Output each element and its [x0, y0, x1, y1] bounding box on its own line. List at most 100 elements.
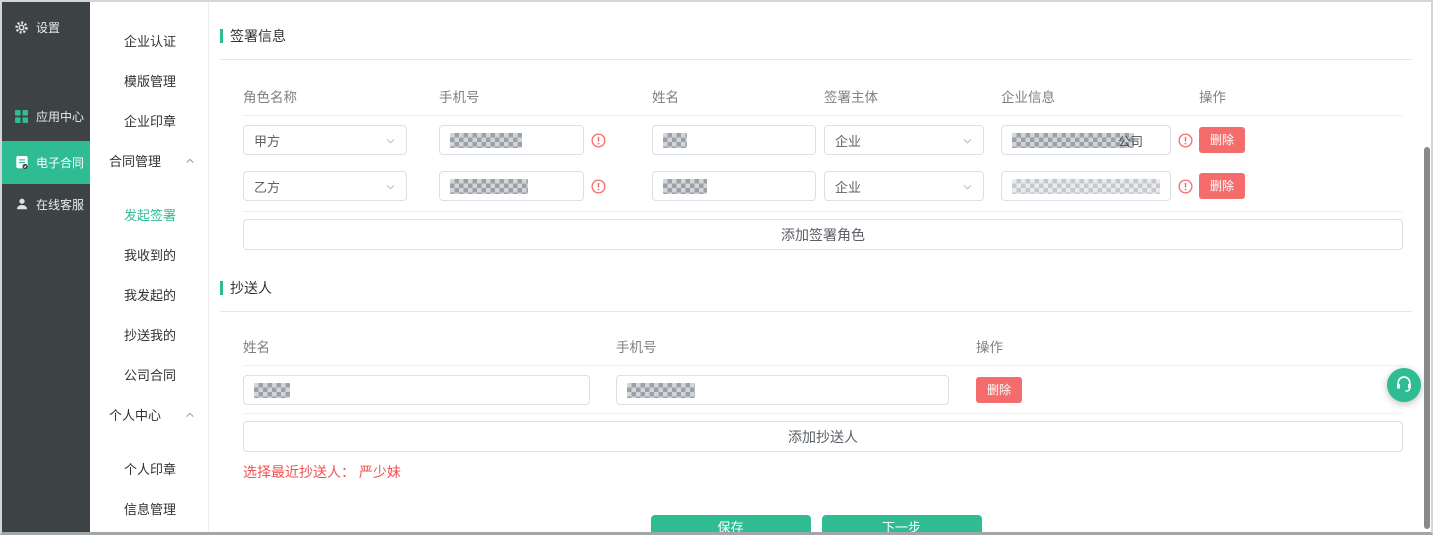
sidebar-item-label: 公司合同 [124, 365, 176, 384]
primary-sidebar: 设置 应用中心 电子合同 在线客服 [2, 2, 90, 532]
nav-item-label: 电子合同 [36, 154, 84, 171]
masked-phone-value [450, 133, 522, 148]
col-header-subject: 签署主体 [824, 86, 1001, 106]
contract-document-icon [14, 155, 29, 170]
chevron-up-icon [185, 407, 195, 422]
cc-table-header: 姓名 手机号 操作 [243, 312, 1403, 366]
enterprise-input[interactable] [1001, 171, 1171, 201]
phone-input[interactable] [439, 171, 584, 201]
main-content: 签署信息 角色名称 手机号 姓名 签署主体 企业信息 操作 甲方 [209, 2, 1431, 532]
enterprise-input[interactable]: 公司 [1001, 125, 1171, 155]
apps-grid-icon [14, 110, 29, 123]
recent-cc-hint[interactable]: 选择最近抄送人： 严少妹 [243, 462, 1412, 482]
sidebar-item-cc-to-me[interactable]: 抄送我的 [90, 314, 208, 354]
nav-item-e-contract[interactable]: 电子合同 [2, 141, 90, 184]
subject-select[interactable]: 企业 [824, 125, 984, 155]
col-header-phone: 手机号 [439, 86, 652, 106]
chevron-down-icon [385, 133, 396, 148]
cc-section-title: 抄送人 [220, 278, 1412, 298]
role-select[interactable]: 乙方 [243, 171, 407, 201]
masked-phone-value [450, 179, 528, 194]
delete-button[interactable]: 删除 [976, 377, 1022, 403]
sidebar-item-company-contracts[interactable]: 公司合同 [90, 354, 208, 394]
next-step-button[interactable]: 下一步 [822, 515, 982, 535]
sidebar-item-label: 抄送我的 [124, 325, 176, 344]
masked-enterprise-value [1012, 133, 1134, 148]
nav-item-label: 在线客服 [36, 196, 84, 213]
subject-select[interactable]: 企业 [824, 171, 984, 201]
save-button[interactable]: 保存 [651, 515, 811, 535]
phone-input[interactable] [439, 125, 584, 155]
sidebar-item-label: 企业认证 [124, 31, 176, 50]
cc-phone-input[interactable] [616, 375, 949, 405]
col-header-actions: 操作 [1199, 86, 1403, 106]
sign-table-row: 甲方 企业 [243, 125, 1403, 155]
sidebar-item-label: 发起签署 [124, 205, 176, 224]
subject-select-value: 企业 [835, 177, 861, 196]
sidebar-item-label: 合同管理 [109, 151, 161, 170]
chevron-down-icon [962, 179, 973, 194]
sign-section-title: 签署信息 [220, 26, 1412, 46]
cc-name-input[interactable] [243, 375, 590, 405]
section-title-text: 抄送人 [230, 278, 272, 298]
warning-icon [591, 179, 606, 194]
sign-table-row: 乙方 企业 [243, 171, 1403, 201]
table-bottom-border [243, 211, 1403, 212]
nav-item-app-center[interactable]: 应用中心 [2, 96, 90, 136]
warning-icon [591, 133, 606, 148]
col-header-name: 姓名 [243, 336, 616, 356]
app-window: 设置 应用中心 电子合同 在线客服 企业认证 模版管理 企业印章 合同管理 [0, 0, 1433, 535]
delete-button[interactable]: 删除 [1199, 173, 1245, 199]
sidebar-item-personal-center[interactable]: 个人中心 [90, 394, 208, 434]
nav-item-online-support[interactable]: 在线客服 [2, 184, 90, 224]
sidebar-item-label: 我收到的 [124, 245, 176, 264]
sidebar-item-label: 个人中心 [109, 405, 161, 424]
masked-enterprise-value [1012, 179, 1160, 194]
sidebar-item-initiated[interactable]: 我发起的 [90, 274, 208, 314]
cc-table-row: 删除 [243, 375, 1403, 405]
title-accent-bar [220, 281, 223, 295]
delete-button[interactable]: 删除 [1199, 127, 1245, 153]
customer-service-person-icon [14, 197, 29, 211]
add-sign-role-button[interactable]: 添加签署角色 [243, 219, 1403, 250]
sidebar-item-personal-seal[interactable]: 个人印章 [90, 448, 208, 488]
add-cc-person-button[interactable]: 添加抄送人 [243, 421, 1403, 452]
sidebar-item-info-mgmt[interactable]: 信息管理 [90, 488, 208, 528]
sidebar-item-enterprise-auth[interactable]: 企业认证 [90, 20, 208, 60]
role-select-value: 乙方 [254, 177, 280, 196]
masked-name-value [663, 179, 707, 194]
footer-actions: 保存 下一步 [220, 515, 1412, 535]
col-header-phone: 手机号 [616, 336, 976, 356]
sidebar-item-label: 信息管理 [124, 499, 176, 518]
masked-phone-value [627, 383, 695, 398]
section-title-text: 签署信息 [230, 26, 286, 46]
headset-icon [1394, 373, 1414, 398]
sidebar-item-label: 企业印章 [124, 111, 176, 130]
sidebar-item-label: 我发起的 [124, 285, 176, 304]
sidebar-item-initiate-sign[interactable]: 发起签署 [90, 194, 208, 234]
sidebar-item-enterprise-seal[interactable]: 企业印章 [90, 100, 208, 140]
cc-table: 姓名 手机号 操作 删除 添加抄送人 [243, 312, 1403, 452]
nav-item-settings[interactable]: 设置 [2, 7, 90, 47]
sign-table-header: 角色名称 手机号 姓名 签署主体 企业信息 操作 [243, 60, 1403, 116]
role-select[interactable]: 甲方 [243, 125, 407, 155]
chevron-down-icon [385, 179, 396, 194]
role-select-value: 甲方 [254, 131, 280, 150]
enterprise-visible-text: 公司 [1118, 131, 1143, 150]
nav-item-label: 设置 [36, 19, 60, 36]
subject-select-value: 企业 [835, 131, 861, 150]
col-header-role: 角色名称 [243, 86, 439, 106]
name-input[interactable] [652, 171, 816, 201]
table-bottom-border [243, 413, 1403, 414]
col-header-enterprise: 企业信息 [1001, 86, 1199, 106]
vertical-scrollbar[interactable] [1424, 147, 1430, 529]
chevron-up-icon [185, 153, 195, 168]
title-accent-bar [220, 29, 223, 43]
secondary-sidebar: 企业认证 模版管理 企业印章 合同管理 发起签署 我收到的 我发起的 抄送我的 … [90, 2, 209, 532]
sidebar-item-contract-mgmt[interactable]: 合同管理 [90, 140, 208, 180]
sidebar-item-received[interactable]: 我收到的 [90, 234, 208, 274]
name-input[interactable] [652, 125, 816, 155]
sidebar-item-template-mgmt[interactable]: 模版管理 [90, 60, 208, 100]
customer-service-fab[interactable] [1387, 368, 1421, 402]
warning-icon [1178, 133, 1193, 148]
